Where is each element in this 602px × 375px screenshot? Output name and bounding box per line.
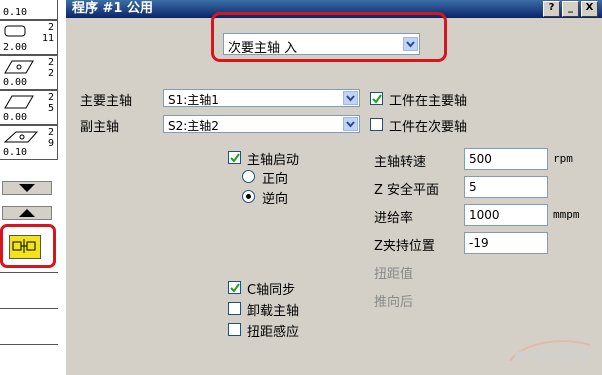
feed-rate-label: 进给率: [374, 211, 414, 226]
active-tool-highlight[interactable]: [0, 224, 56, 268]
tool-cell-value: 0.00: [3, 112, 28, 123]
operation-panel: 次要主轴 入 主要主轴 S1:主轴1 副主轴 S2:主轴2 工件在主要轴 工件在…: [66, 12, 602, 375]
spindle-start-label: 主轴启动: [247, 153, 300, 168]
tool-cell-3[interactable]: 2 2 0.00: [0, 55, 58, 90]
tool-cell-5[interactable]: 2 9 0.10: [0, 125, 58, 160]
checkmark-icon: [230, 153, 240, 163]
tool-cell-value: 0.00: [3, 77, 28, 88]
triangle-down-icon: [3, 183, 51, 197]
forward-radio[interactable]: [242, 170, 255, 183]
watermark-text: e-works: [514, 346, 590, 366]
main-spindle-value: S1:主轴1: [168, 93, 219, 107]
tool-cell-1[interactable]: 0.10: [0, 0, 58, 20]
unload-spindle-checkbox[interactable]: [228, 302, 241, 315]
forward-label: 正向: [262, 172, 289, 187]
tool-cell-count: 2: [47, 57, 54, 68]
scroll-down-button[interactable]: [2, 181, 52, 195]
chevron-down-icon[interactable]: [403, 37, 418, 51]
checkmark-icon: [230, 283, 240, 293]
c-axis-sync-label: C轴同步: [247, 283, 296, 298]
tool-cell-count: 2: [47, 127, 54, 138]
spindle-start-checkbox[interactable]: [228, 151, 241, 164]
close-button[interactable]: X: [581, 1, 598, 17]
chevron-down-icon[interactable]: [343, 91, 358, 105]
operation-type-value: 次要主轴 入: [228, 41, 298, 56]
sub-spindle-select[interactable]: S2:主轴2: [163, 115, 360, 133]
scroll-up-button[interactable]: [2, 206, 52, 220]
minimize-button[interactable]: _: [562, 1, 579, 17]
feed-rate-unit: mmpm: [553, 208, 580, 221]
chevron-down-icon[interactable]: [343, 117, 358, 131]
main-spindle-label: 主要主轴: [80, 94, 133, 109]
checkmark-icon: [372, 94, 382, 104]
tool-cell-number: 5: [47, 103, 54, 114]
z-clamp-input[interactable]: -19: [464, 232, 548, 254]
c-axis-sync-checkbox[interactable]: [228, 281, 241, 294]
reverse-label: 逆向: [262, 192, 289, 207]
spindle-speed-label: 主轴转速: [374, 155, 427, 170]
tool-cell-count: 2: [47, 92, 54, 103]
main-spindle-select[interactable]: S1:主轴1: [163, 89, 360, 107]
unload-spindle-label: 卸载主轴: [247, 304, 300, 319]
tool-cell-value: 0.10: [3, 147, 28, 158]
help-button[interactable]: ?: [543, 1, 560, 17]
torque-sense-checkbox[interactable]: [228, 323, 241, 336]
operation-type-select[interactable]: 次要主轴 入: [223, 33, 420, 56]
feed-rate-input[interactable]: 1000: [464, 204, 548, 226]
torque-sense-label: 扭距感应: [247, 325, 300, 340]
tool-cell-number: 11: [41, 33, 54, 44]
strip-divider: [0, 272, 58, 273]
tool-cell-value: 2.00: [3, 42, 28, 53]
push-back-label: 推向后: [374, 295, 414, 310]
triangle-up-icon: [3, 208, 51, 222]
torque-label: 扭距值: [374, 267, 414, 282]
strip-divider: [0, 308, 58, 309]
strip-divider: [0, 344, 58, 345]
z-clamp-label: Z夹持位置: [374, 239, 435, 254]
pointed-tool-icon: [3, 130, 39, 147]
workpiece-sub-label: 工件在次要轴: [389, 120, 468, 135]
tool-cell-number: 9: [47, 138, 54, 149]
spindle-transfer-tool-icon: [9, 235, 41, 259]
workpiece-main-checkbox[interactable]: [370, 92, 383, 105]
safe-plane-label: Z 安全平面: [374, 183, 440, 198]
sub-spindle-value: S2:主轴2: [168, 119, 219, 133]
window-title: 程序 #1 公用: [72, 1, 153, 16]
tool-cell-4[interactable]: 2 5 0.00: [0, 90, 58, 125]
tool-cell-number: 2: [47, 68, 54, 79]
tool-cell-value: 0.10: [3, 7, 28, 18]
workpiece-main-label: 工件在主要轴: [389, 94, 468, 109]
safe-plane-input[interactable]: 5: [464, 176, 548, 198]
parallelogram-tool-icon: [4, 60, 34, 77]
spindle-speed-unit: rpm: [553, 152, 573, 165]
tool-strip: 0.10 2 11 2.00 2 2 0.00 2 5 0.00 2 9 0.1…: [0, 0, 67, 375]
reverse-radio[interactable]: [242, 190, 255, 203]
tool-cell-2[interactable]: 2 11 2.00: [0, 20, 58, 55]
tool-cell-count: 2: [47, 22, 54, 33]
workpiece-sub-checkbox[interactable]: [370, 118, 383, 131]
parallelogram-tool-icon: [4, 95, 34, 112]
rounded-rect-tool-icon: [4, 25, 26, 40]
spindle-speed-input[interactable]: 500: [464, 148, 548, 170]
watermark-logo: e-works: [504, 331, 594, 371]
sub-spindle-label: 副主轴: [80, 120, 120, 135]
